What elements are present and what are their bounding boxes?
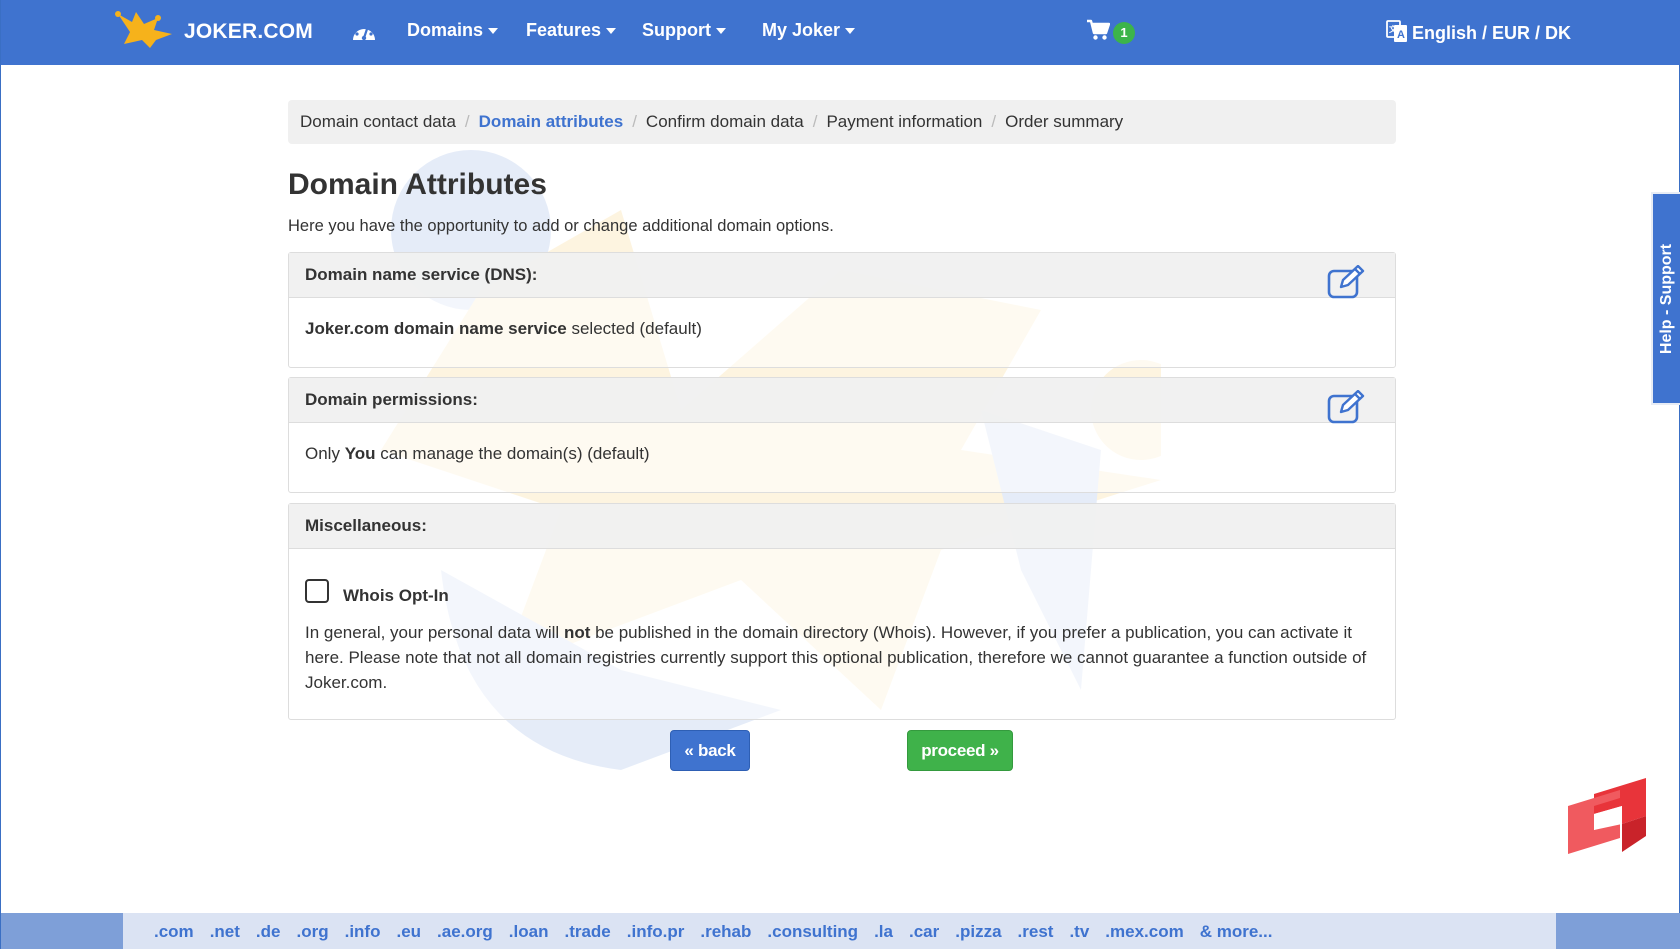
permissions-pre: Only [305, 444, 345, 463]
tld-link[interactable]: .tv [1069, 922, 1089, 942]
tld-link[interactable]: .consulting [767, 922, 858, 942]
whois-optin-label[interactable]: Whois Opt-In [343, 583, 449, 608]
dashboard-icon[interactable] [351, 20, 377, 44]
tld-link[interactable]: .la [874, 922, 893, 942]
nav-label: My Joker [762, 20, 841, 40]
edit-dns-button[interactable] [1327, 264, 1365, 299]
tld-link[interactable]: .info.pr [627, 922, 685, 942]
breadcrumb-separator: / [991, 112, 997, 131]
whois-optin-checkbox[interactable] [305, 578, 329, 603]
permissions-panel-heading: Domain permissions: [289, 378, 1395, 424]
svg-text:文: 文 [1389, 24, 1398, 34]
footer-edge-right [1556, 913, 1680, 949]
dns-panel-heading: Domain name service (DNS): [289, 253, 1395, 299]
language-currency-selector[interactable]: A 文 English / EUR / DK [1386, 19, 1571, 48]
misc-panel: Miscellaneous: Whois Opt-In In general, … [288, 503, 1396, 720]
nav-label: Features [526, 20, 602, 40]
tld-list: .com .net .de .org .info .eu .ae.org .loan .trad… [154, 922, 1288, 942]
page-intro: Here you have the opportunity to add or … [288, 217, 834, 235]
proceed-button[interactable]: proceed » [907, 730, 1013, 771]
nav-label: Support [642, 20, 711, 40]
misc-panel-body: Whois Opt-In In general, your personal d… [289, 549, 1395, 713]
help-support-label: Help - Support [1658, 243, 1675, 354]
tld-link[interactable]: .com [154, 922, 194, 942]
brand-link[interactable]: JOKER.COM [114, 8, 313, 55]
breadcrumb-separator: / [464, 112, 470, 131]
chevron-down-icon [845, 27, 856, 34]
tld-link[interactable]: .org [296, 922, 328, 942]
cart-button[interactable]: 1 [1086, 19, 1135, 46]
whois-description: In general, your personal data will not … [305, 620, 1379, 695]
nav-label: Domains [407, 20, 484, 40]
edit-icon [1327, 389, 1365, 424]
tld-link[interactable]: .car [909, 922, 939, 942]
misc-heading: Miscellaneous: [305, 516, 427, 535]
tld-footer-bar: .com .net .de .org .info .eu .ae.org .loan .trad… [1, 913, 1680, 949]
whois-text-pre: In general, your personal data will [305, 623, 564, 642]
tld-link[interactable]: .trade [564, 922, 610, 942]
page-title: Domain Attributes [288, 168, 547, 201]
breadcrumb-confirm-data[interactable]: Confirm domain data [646, 112, 804, 132]
misc-panel-heading: Miscellaneous: [289, 504, 1395, 549]
breadcrumb-separator: / [812, 112, 818, 131]
whois-text-bold: not [563, 623, 591, 642]
breadcrumb-contact-data[interactable]: Domain contact data [300, 112, 456, 132]
dns-value-rest: selected (default) [566, 319, 702, 338]
tld-link[interactable]: .pizza [955, 922, 1001, 942]
dns-panel: Domain name service (DNS): Joker.com dom… [288, 252, 1396, 368]
chat-widget-icon[interactable] [1566, 776, 1651, 856]
svg-text:A: A [1397, 29, 1405, 41]
cart-icon [1086, 19, 1111, 46]
translate-icon: A 文 [1386, 19, 1412, 48]
edit-icon [1327, 264, 1365, 299]
breadcrumb: Domain contact data / Domain attributes … [288, 100, 1396, 144]
permissions-panel-body: Only You can manage the domain(s) (defau… [289, 423, 1395, 484]
tld-link[interactable]: .net [210, 922, 240, 942]
language-label: English / EUR / DK [1412, 23, 1572, 43]
permissions-bold: You [344, 444, 376, 463]
nav-features[interactable]: Features [526, 20, 617, 41]
whois-optin-row: Whois Opt-In [305, 573, 1379, 608]
tld-link[interactable]: & more... [1200, 922, 1273, 942]
tld-link[interactable]: .de [256, 922, 281, 942]
chevron-down-icon [716, 27, 726, 34]
back-button[interactable]: « back [670, 730, 750, 771]
nav-support[interactable]: Support [642, 20, 726, 41]
dns-heading: Domain name service (DNS): [305, 265, 538, 284]
tld-link[interactable]: .mex.com [1105, 922, 1183, 942]
breadcrumb-payment-information[interactable]: Payment information [826, 112, 982, 132]
nav-domains[interactable]: Domains [407, 20, 499, 41]
dns-panel-body: Joker.com domain name service selected (… [289, 298, 1395, 359]
footer-edge-left [1, 913, 123, 949]
tld-link[interactable]: .eu [396, 922, 421, 942]
tld-link[interactable]: .rehab [700, 922, 751, 942]
help-support-tab[interactable]: Help - Support [1651, 192, 1680, 405]
dns-value-bold: Joker.com domain name service [305, 319, 567, 338]
permissions-post: can manage the domain(s) (default) [375, 444, 650, 463]
edit-permissions-button[interactable] [1327, 389, 1365, 424]
cart-count-badge: 1 [1113, 21, 1135, 44]
breadcrumb-separator: / [632, 112, 637, 131]
chevron-down-icon [488, 27, 499, 34]
breadcrumb-domain-attributes[interactable]: Domain attributes [479, 112, 624, 132]
chevron-down-icon [606, 27, 617, 34]
permissions-heading: Domain permissions: [305, 390, 478, 409]
tld-link[interactable]: .loan [509, 922, 549, 942]
joker-logo-icon [114, 8, 176, 55]
nav-my-joker[interactable]: My Joker [762, 20, 856, 41]
permissions-panel: Domain permissions: Only You can manage … [288, 377, 1396, 493]
tld-link[interactable]: .ae.org [437, 922, 493, 942]
tld-link[interactable]: .rest [1018, 922, 1054, 942]
brand-name: JOKER.COM [184, 19, 313, 43]
tld-link[interactable]: .info [345, 922, 381, 942]
breadcrumb-order-summary[interactable]: Order summary [1005, 112, 1123, 132]
top-navbar: JOKER.COM Domains Features Support My Jo… [1, 0, 1680, 65]
